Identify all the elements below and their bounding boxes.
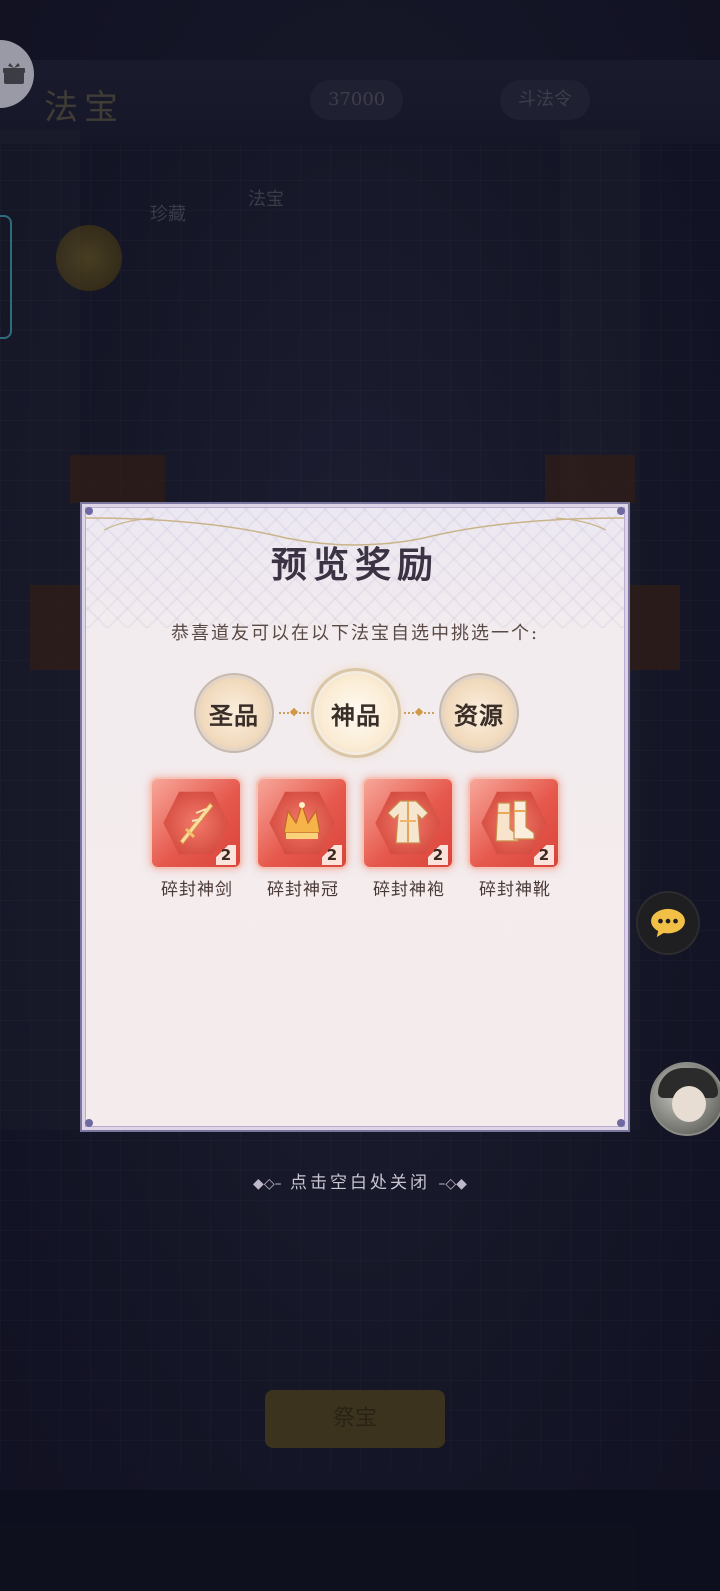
item-name: 碎封神袍	[373, 880, 445, 900]
item-icon-frame[interactable]: 2	[258, 779, 346, 867]
side-edge-tab[interactable]	[0, 215, 12, 339]
reward-item[interactable]: 2 碎封神冠	[258, 779, 348, 900]
gift-icon	[3, 63, 25, 84]
tab-connector	[279, 707, 309, 717]
boots-icon	[495, 800, 535, 842]
item-icon-frame[interactable]: 2	[364, 779, 452, 867]
tab-connector	[404, 707, 434, 717]
item-name: 碎封神冠	[267, 880, 339, 900]
tab-ziyuan[interactable]: 资源	[444, 678, 514, 748]
item-icon-frame[interactable]: 2	[470, 779, 558, 867]
item-name: 碎封神靴	[479, 880, 551, 900]
hint-ornament-right: –◇◆	[438, 1176, 467, 1192]
reward-item[interactable]: 2 碎封神剑	[152, 779, 242, 900]
corner-ornament	[85, 1119, 93, 1127]
item-icon-frame[interactable]: 2	[152, 779, 240, 867]
reward-item[interactable]: 2 碎封神靴	[470, 779, 560, 900]
dialog-title: 预览奖励	[270, 544, 439, 586]
tab-shengpin[interactable]: 圣品	[199, 678, 269, 748]
reward-item[interactable]: 2 碎封神袍	[364, 779, 454, 900]
chat-button[interactable]	[638, 893, 698, 953]
corner-ornament	[85, 507, 93, 515]
corner-ornament	[617, 1119, 625, 1127]
close-hint-text: 点击空白处关闭	[290, 1173, 430, 1193]
reward-item-list: 2 碎封神剑 2 碎封神冠 2 碎封神袍 2 碎封神靴	[152, 779, 572, 909]
reward-preview-dialog: 预览奖励 恭喜道友可以在以下法宝自选中挑选一个: 圣品 神品 资源 2 碎封神剑	[80, 502, 630, 1132]
corner-ornament	[617, 507, 625, 515]
item-name: 碎封神剑	[161, 880, 233, 900]
item-count: 2	[534, 845, 554, 865]
sword-icon	[179, 802, 214, 845]
dialog-subtitle: 恭喜道友可以在以下法宝自选中挑选一个:	[170, 623, 540, 644]
avatar[interactable]	[650, 1062, 720, 1136]
chat-icon	[651, 908, 685, 938]
close-hint[interactable]: ◆◇– 点击空白处关闭 –◇◆	[0, 1168, 720, 1193]
robe-icon	[387, 800, 429, 844]
grade-tabs: 圣品 神品 资源	[82, 674, 628, 756]
item-count: 2	[322, 845, 342, 865]
tab-shenpin[interactable]: 神品	[317, 674, 395, 752]
hint-ornament-left: ◆◇–	[253, 1176, 282, 1192]
crown-icon	[283, 802, 321, 839]
item-count: 2	[216, 845, 236, 865]
item-count: 2	[428, 845, 448, 865]
